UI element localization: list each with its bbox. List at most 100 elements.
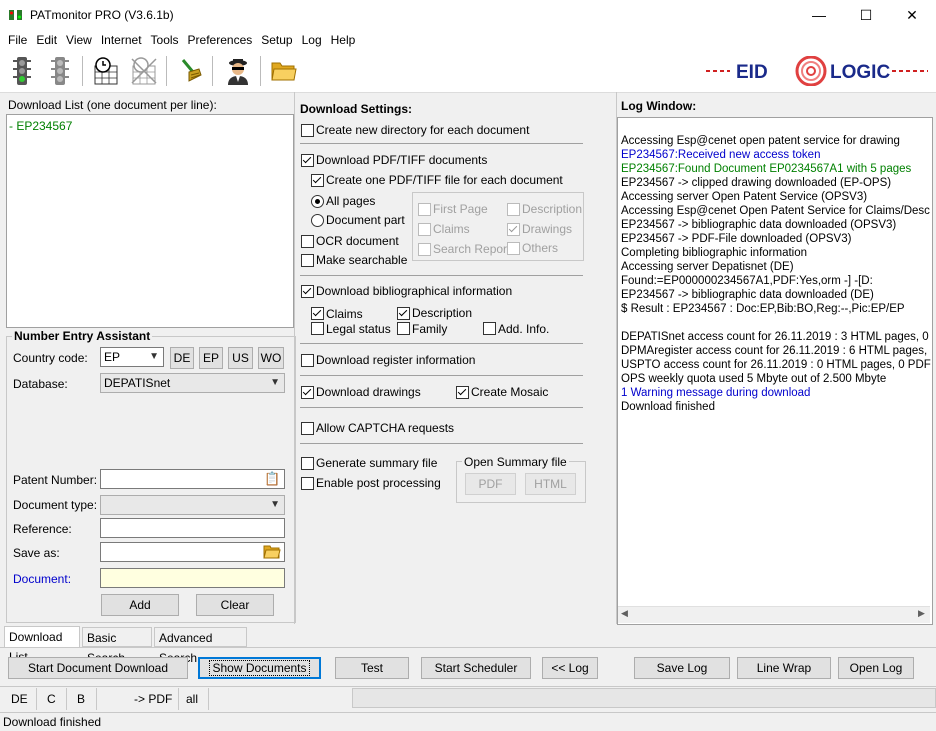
download-list-entry: - EP234567	[9, 119, 73, 133]
scheduler-off-icon[interactable]	[128, 55, 160, 87]
summary-html-button[interactable]: HTML	[525, 473, 576, 495]
part-claims-checkbox[interactable]	[418, 223, 431, 236]
toggle-log-button[interactable]: << Log	[542, 657, 598, 679]
log-line: USPTO access count for 26.11.2019 : 0 HT…	[621, 359, 931, 371]
clipboard-icon[interactable]: 📋	[264, 471, 280, 487]
log-title: Log Window:	[621, 99, 697, 113]
log-scrollbar[interactable]: ◀ ▶	[618, 606, 930, 623]
part-description-checkbox[interactable]	[507, 203, 520, 216]
captcha-checkbox[interactable]	[301, 422, 314, 435]
country-select[interactable]: EP ▼	[100, 347, 164, 367]
download-list-textarea[interactable]: - EP234567	[6, 114, 294, 328]
country-de-button[interactable]: DE	[170, 347, 194, 369]
scroll-left-icon[interactable]: ◀	[621, 608, 628, 619]
log-line: EP234567 -> PDF-File downloaded (OPSV3)	[621, 233, 852, 245]
log-line: EP234567 -> clipped drawing downloaded (…	[621, 177, 892, 189]
legal-status-label: Legal status	[326, 322, 391, 336]
tab-advanced-search[interactable]: Advanced Search	[154, 627, 247, 665]
divider	[300, 343, 583, 344]
add-info-checkbox[interactable]	[483, 322, 496, 335]
open-log-button[interactable]: Open Log	[838, 657, 914, 679]
menu-edit[interactable]: Edit	[32, 30, 61, 47]
line-wrap-button[interactable]: Line Wrap	[737, 657, 831, 679]
document-input[interactable]	[100, 568, 285, 588]
broom-icon[interactable]	[174, 55, 206, 87]
register-checkbox[interactable]	[301, 354, 314, 367]
log-line: EP234567:Received new access token	[621, 149, 821, 161]
menu-tools[interactable]: Tools	[147, 30, 183, 47]
minimize-button[interactable]: —	[796, 0, 842, 30]
status-message: Download finished	[3, 715, 102, 729]
all-pages-radio[interactable]	[311, 195, 324, 208]
ocr-label: OCR document	[316, 234, 399, 248]
clock-calendar-icon[interactable]	[90, 55, 122, 87]
family-checkbox[interactable]	[397, 322, 410, 335]
country-us-button[interactable]: US	[228, 347, 253, 369]
save-as-input[interactable]	[100, 542, 285, 562]
search-report-checkbox[interactable]	[418, 243, 431, 256]
one-pdf-checkbox[interactable]	[311, 174, 324, 187]
log-line: DPMAregister access count for 26.11.2019…	[621, 345, 931, 357]
create-dir-checkbox[interactable]	[301, 124, 314, 137]
description-checkbox[interactable]	[397, 307, 410, 320]
chevron-down-icon: ▼	[149, 351, 159, 362]
document-part-label: Document part	[326, 213, 405, 227]
summary-checkbox[interactable]	[301, 457, 314, 470]
post-processing-checkbox[interactable]	[301, 477, 314, 490]
tab-basic-search[interactable]: Basic Search	[82, 627, 152, 665]
country-ep-button[interactable]: EP	[199, 347, 223, 369]
status-cell-b: B	[77, 692, 86, 706]
document-part-radio[interactable]	[311, 214, 324, 227]
part-others-checkbox[interactable]	[507, 242, 520, 255]
post-processing-label: Enable post processing	[316, 476, 441, 490]
status-cell-country: DE	[11, 692, 28, 706]
traffic-light-off-icon[interactable]	[44, 55, 76, 87]
mosaic-checkbox[interactable]	[456, 386, 469, 399]
divider	[96, 688, 97, 710]
divider	[178, 688, 179, 710]
summary-pdf-button[interactable]: PDF	[465, 473, 516, 495]
traffic-light-icon[interactable]	[6, 55, 38, 87]
searchable-checkbox[interactable]	[301, 254, 314, 267]
drawings-checkbox[interactable]	[301, 386, 314, 399]
menu-bar: File Edit View Internet Tools Preferences Setu…	[0, 30, 936, 50]
save-log-button[interactable]: Save Log	[634, 657, 730, 679]
menu-file[interactable]: File	[4, 30, 31, 47]
claims-checkbox[interactable]	[311, 307, 324, 320]
menu-setup[interactable]: Setup	[257, 30, 296, 47]
ocr-checkbox[interactable]	[301, 235, 314, 248]
menu-preferences[interactable]: Preferences	[184, 30, 257, 47]
add-button[interactable]: Add	[101, 594, 179, 616]
legal-status-checkbox[interactable]	[311, 322, 324, 335]
folder-icon[interactable]	[268, 55, 300, 87]
divider	[300, 407, 583, 408]
agent-icon[interactable]	[222, 55, 254, 87]
part-drawings-checkbox[interactable]	[507, 223, 520, 236]
clear-button[interactable]: Clear	[196, 594, 274, 616]
database-select[interactable]: DEPATISnet ▼	[100, 373, 285, 393]
first-page-checkbox[interactable]	[418, 203, 431, 216]
menu-help[interactable]: Help	[327, 30, 360, 47]
folder-open-icon[interactable]	[263, 543, 281, 562]
log-window[interactable]: Accessing Esp@cenet open patent service …	[617, 117, 933, 625]
start-scheduler-button[interactable]: Start Scheduler	[421, 657, 531, 679]
menu-log[interactable]: Log	[298, 30, 326, 47]
download-pdf-checkbox[interactable]	[301, 154, 314, 167]
biblio-checkbox[interactable]	[301, 285, 314, 298]
tab-download-list[interactable]: Download List	[4, 626, 80, 664]
start-download-button[interactable]: Start Document Download	[8, 657, 188, 679]
menu-view[interactable]: View	[62, 30, 96, 47]
close-button[interactable]: ✕	[889, 0, 935, 30]
log-line: EP234567 -> bibliographic data downloade…	[621, 289, 874, 301]
show-documents-button[interactable]: Show Documents	[198, 657, 321, 679]
first-page-label: First Page	[433, 202, 488, 216]
patent-number-input[interactable]	[100, 469, 285, 489]
document-type-select[interactable]: ▼	[100, 495, 285, 515]
reference-label: Reference:	[13, 522, 72, 536]
reference-input[interactable]	[100, 518, 285, 538]
maximize-button[interactable]: ☐	[843, 0, 889, 30]
scroll-right-icon[interactable]: ▶	[918, 608, 925, 619]
menu-internet[interactable]: Internet	[97, 30, 146, 47]
test-button[interactable]: Test	[335, 657, 409, 679]
country-wo-button[interactable]: WO	[258, 347, 284, 369]
